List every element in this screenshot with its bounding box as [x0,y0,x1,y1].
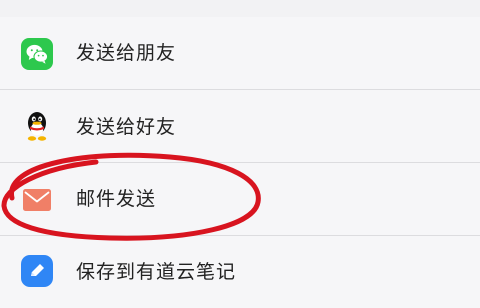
share-item-label: 发送给朋友 [76,42,177,64]
share-item-youdao-note[interactable]: 保存到有道云笔记 [0,236,480,308]
top-strip [0,0,480,10]
wechat-icon [21,38,53,70]
share-item-wechat[interactable]: 发送给朋友 [0,17,480,89]
share-item-qq[interactable]: 发送给好友 [0,90,480,162]
share-item-label: 保存到有道云笔记 [76,261,237,283]
mail-envelope-icon [21,184,53,216]
youdao-note-icon [21,255,53,287]
share-item-label: 邮件发送 [76,188,157,210]
share-item-mail[interactable]: 邮件发送 [0,163,480,235]
qq-penguin-icon [21,110,53,142]
share-item-label: 发送给好友 [76,116,177,138]
